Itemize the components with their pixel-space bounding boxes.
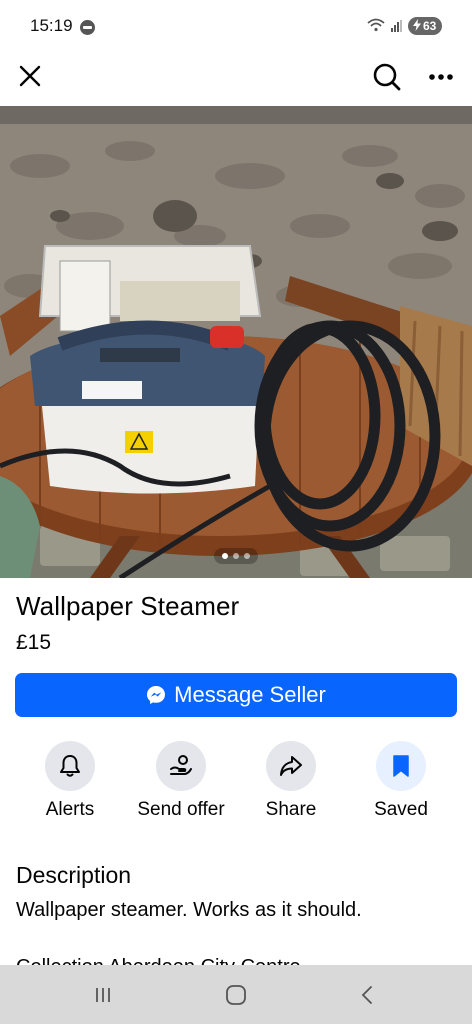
action-row: Alerts Send offer Share Saved — [0, 741, 472, 831]
more-options-button[interactable] — [426, 64, 456, 90]
home-button[interactable] — [221, 982, 251, 1008]
status-time: 15:19 — [30, 16, 73, 35]
more-horizontal-icon — [429, 74, 453, 80]
saved-action[interactable]: Saved — [346, 741, 456, 821]
status-bar: 15:19 63 — [0, 0, 472, 52]
photo-dot — [233, 553, 239, 559]
search-icon — [373, 63, 401, 91]
listing-title: Wallpaper Steamer — [16, 591, 240, 621]
listing-photo[interactable] — [0, 106, 472, 578]
send-offer-label: Send offer — [137, 799, 225, 820]
send-offer-button[interactable] — [156, 741, 206, 791]
home-icon — [226, 985, 246, 1005]
wifi-icon — [367, 18, 385, 35]
battery-level: 63 — [423, 19, 437, 33]
share-button[interactable] — [266, 741, 316, 791]
search-button[interactable] — [370, 60, 404, 94]
photo-dot — [244, 553, 250, 559]
alerts-label: Alerts — [45, 799, 95, 820]
description-heading: Description — [16, 862, 132, 888]
bell-icon — [60, 755, 80, 777]
battery-indicator: 63 — [408, 17, 442, 35]
send-offer-action[interactable]: Send offer — [126, 741, 236, 821]
charging-bolt-icon — [413, 18, 421, 34]
alerts-action[interactable]: Alerts — [15, 741, 125, 821]
share-label: Share — [265, 799, 317, 820]
recent-apps-button[interactable] — [88, 982, 118, 1008]
photo-dot-active — [222, 553, 228, 559]
bookmark-icon — [393, 755, 409, 777]
message-seller-button[interactable]: Message Seller — [15, 673, 457, 717]
close-icon — [19, 65, 41, 87]
saved-label: Saved — [374, 799, 428, 820]
message-seller-label: Message Seller — [174, 682, 326, 707]
back-chevron-icon — [361, 986, 372, 1004]
recent-apps-icon — [96, 988, 110, 1002]
steamer-photo-illustration — [0, 106, 472, 578]
share-action[interactable]: Share — [236, 741, 346, 821]
description-text: Wallpaper steamer. Works as it should. — [16, 899, 362, 921]
signal-icon — [391, 20, 402, 32]
back-button[interactable] — [352, 982, 382, 1008]
alerts-button[interactable] — [45, 741, 95, 791]
status-indicators: 63 — [367, 17, 442, 35]
photo-pagination — [214, 548, 258, 564]
messenger-icon — [147, 686, 166, 704]
close-button[interactable] — [16, 62, 44, 90]
notification-dot-icon — [80, 20, 95, 35]
system-navigation-bar — [0, 965, 472, 1024]
share-arrow-icon — [280, 756, 302, 776]
hand-coin-icon — [170, 755, 192, 775]
top-navigation — [0, 52, 472, 106]
listing-price: £15 — [16, 631, 52, 654]
saved-button[interactable] — [376, 741, 426, 791]
